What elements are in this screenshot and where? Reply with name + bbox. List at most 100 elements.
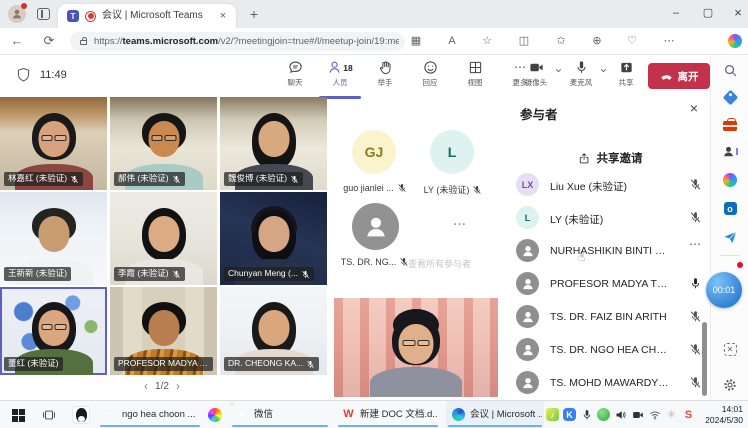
tray-network-icon[interactable] (648, 408, 661, 421)
window-close-button[interactable]: × (724, 0, 748, 28)
sidebar-tools-icon[interactable] (711, 117, 748, 131)
start-button[interactable] (12, 409, 25, 422)
video-tile[interactable]: DR. CHEONG KA... (220, 287, 327, 375)
tray-volume-icon[interactable] (614, 408, 627, 421)
mic-button[interactable]: 麦克风 (564, 60, 598, 94)
sidebar-hide-icon[interactable]: ✕ (711, 343, 748, 356)
panel-scrollbar[interactable] (702, 322, 707, 396)
mic-muted-icon[interactable] (689, 178, 702, 191)
video-tile[interactable]: 郝伟 (未验证) (110, 97, 217, 190)
browser-tab-active[interactable]: T 会议 | Microsoft Teams × (58, 4, 236, 28)
mic-muted-icon[interactable] (689, 343, 702, 356)
task-view-icon[interactable] (42, 408, 56, 422)
url-text[interactable]: https://teams.microsoft.com/v2/?meetingj… (94, 32, 399, 51)
taskbar-app-chrome[interactable]: ngo hea choon ... (98, 401, 202, 428)
video-tile[interactable]: Chunyan Meng (... (220, 192, 327, 285)
video-tile[interactable]: 王新新 (未验证) (0, 192, 107, 285)
people-count-badge: 18 (343, 63, 352, 73)
camera-chevron-icon[interactable] (553, 60, 564, 94)
taskbar-app-wechat[interactable]: 微信 (230, 401, 330, 428)
tray-safety-orb-icon[interactable] (597, 408, 610, 421)
video-tile[interactable]: 魏俊博 (未验证) (220, 97, 327, 190)
avatar-initials[interactable]: L (430, 130, 474, 174)
next-page-icon[interactable]: › (176, 379, 180, 393)
copilot-icon[interactable] (728, 34, 742, 48)
browser-more-icon[interactable]: ⋯ (657, 28, 681, 54)
video-tile[interactable]: PROFESOR MADYA T... (110, 287, 217, 375)
mic-muted-icon (172, 270, 181, 279)
participant-row[interactable]: LX Liu Xue (未验证) (512, 170, 708, 200)
participant-row[interactable]: TS. MOHD MAWARDY BIN AB... (512, 368, 708, 398)
participant-row[interactable]: PROFESOR MADYA TS. DR. M... (512, 269, 708, 299)
participant-row[interactable]: L LY (未验证) (512, 203, 708, 233)
participant-row[interactable]: TS. DR. NGO HEA CHOON (512, 335, 708, 365)
media-controls-icon[interactable]: ▦ (404, 28, 428, 54)
read-aloud-icon[interactable]: A (440, 28, 464, 54)
leave-button[interactable]: 离开 (648, 63, 710, 89)
tray-mic-icon[interactable] (580, 408, 593, 421)
refresh-button[interactable]: ⟳ (38, 28, 60, 54)
share-button[interactable]: 共享 (609, 60, 643, 94)
sidebar-games-icon[interactable]: I (711, 145, 748, 158)
view-all-participants-link[interactable]: 查看所有参与者 (408, 257, 508, 270)
chat-icon (288, 60, 303, 75)
tray-k-app-icon[interactable]: K (563, 408, 576, 421)
sidebar-settings-gear-icon[interactable] (711, 378, 748, 392)
row-more-icon[interactable]: ⋯ (689, 237, 702, 251)
window-maximize-button[interactable]: ▢ (694, 0, 722, 28)
share-invite-button[interactable]: 共享邀请 (515, 150, 705, 166)
prev-page-icon[interactable]: ‹ (144, 379, 148, 393)
taskbar-app-wps[interactable]: W 新建 DOC 文档.d... (336, 401, 440, 428)
taskbar-app-colorwheel[interactable] (208, 408, 222, 422)
sidebar-shopping-tag-icon[interactable] (711, 92, 748, 103)
view-button[interactable]: 视图 (456, 60, 494, 94)
camera-button[interactable]: 摄像头 (519, 60, 553, 94)
mic-muted-icon[interactable] (689, 376, 702, 389)
avatar-initials: LX (516, 173, 539, 196)
mic-muted-icon[interactable] (689, 310, 702, 323)
recording-timer-bubble[interactable]: 00:01 (706, 272, 742, 308)
video-tile[interactable]: 李霞 (未验证) (110, 192, 217, 285)
chat-button[interactable]: 聊天 (276, 60, 314, 94)
mic-muted-icon[interactable] (689, 211, 702, 224)
panel-close-icon[interactable]: × (684, 100, 704, 116)
tray-music-icon[interactable]: ♪ (546, 408, 559, 421)
participant-row[interactable]: TS. DR. FAIZ BIN ARITH (512, 302, 708, 332)
workspaces-icon[interactable] (37, 8, 50, 20)
taskbar-clock[interactable]: 14:01 2024/5/30 (691, 404, 743, 426)
mic-muted-icon (290, 175, 299, 184)
browser-essentials-icon[interactable]: ♡ (620, 28, 644, 54)
split-screen-icon[interactable]: ◫ (512, 28, 536, 54)
sidebar-divider (720, 255, 740, 256)
react-button[interactable]: 回应 (411, 60, 449, 94)
collections-icon[interactable]: ✩ (549, 28, 573, 54)
back-button[interactable]: ← (6, 28, 28, 54)
sidebar-drop-icon[interactable] (711, 230, 748, 245)
video-tile[interactable]: 林嘉红 (未验证) (0, 97, 107, 190)
new-tab-button[interactable]: + (244, 0, 264, 28)
mic-on-icon[interactable] (689, 277, 702, 290)
tab-close-icon[interactable]: × (215, 4, 231, 28)
avatar-placeholder (516, 371, 539, 394)
overflow-participants-icon: ... (438, 214, 482, 228)
window-minimize-button[interactable]: – (662, 0, 690, 28)
taskbar-app-qq[interactable] (72, 406, 90, 424)
site-lock-icon[interactable] (80, 40, 87, 45)
featured-video-tile[interactable] (334, 298, 498, 397)
favorite-star-icon[interactable]: ☆ (475, 28, 499, 54)
sidebar-copilot-icon[interactable] (711, 173, 748, 187)
raise-hand-button[interactable]: 举手 (366, 60, 404, 94)
sidebar-search-icon[interactable] (711, 63, 748, 78)
tray-camera-icon[interactable] (631, 408, 644, 421)
people-button[interactable]: 18人员 (321, 60, 359, 94)
tray-flower-icon[interactable]: ✳ (665, 408, 678, 421)
video-tile-active-speaker[interactable]: 董红 (未验证) (0, 287, 107, 375)
tab-groups-icon[interactable]: ⊕ (585, 28, 609, 54)
avatar-initials[interactable]: GJ (352, 130, 396, 174)
participant-row[interactable]: NURHASHIKIN BINTI MOHD S... ⋯ (512, 236, 708, 266)
sidebar-outlook-icon[interactable]: o (711, 202, 748, 215)
mic-chevron-icon[interactable] (598, 60, 609, 94)
taskbar-app-edge[interactable]: 会议 | Microsoft ... (446, 401, 544, 428)
address-bar[interactable]: https://teams.microsoft.com/v2/?meetingj… (70, 32, 405, 51)
avatar-placeholder[interactable] (352, 203, 399, 250)
